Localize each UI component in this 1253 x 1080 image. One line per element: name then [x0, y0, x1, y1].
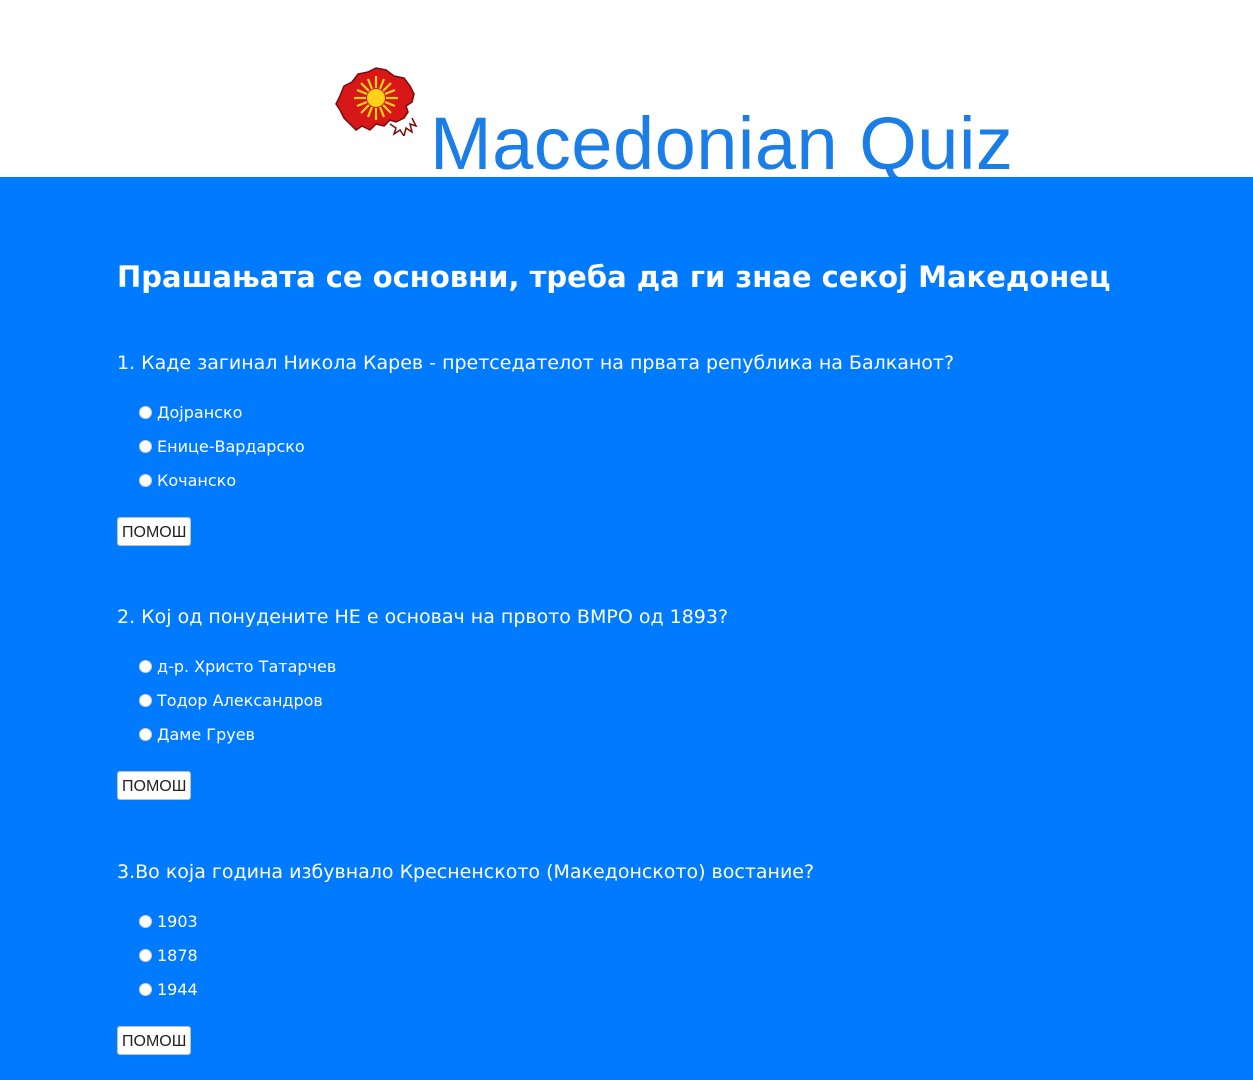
- radio-button[interactable]: [139, 982, 152, 996]
- answer-label: Тодор Александров: [157, 690, 323, 710]
- answer-option[interactable]: 1903: [139, 904, 1167, 938]
- answer-label: д-р. Христо Татарчев: [157, 656, 337, 676]
- radio-button[interactable]: [139, 405, 152, 419]
- radio-button[interactable]: [139, 659, 152, 673]
- answer-label: 1944: [157, 979, 198, 999]
- answer-option[interactable]: д-р. Христо Татарчев: [139, 649, 1167, 683]
- answer-option[interactable]: Енице-Вардарско: [139, 429, 1167, 463]
- question-text: 3.Во која година избувнало Кресненското …: [117, 861, 815, 883]
- help-button[interactable]: ПОМОШ: [117, 771, 192, 800]
- answer-label: Енице-Вардарско: [157, 436, 305, 456]
- question-1: 1. Каде загинал Никола Карев - претседат…: [117, 349, 1167, 546]
- question-3: 3.Во која година избувнало Кресненското …: [117, 858, 1167, 1055]
- quiz-subtitle: Прашањата се основни, треба да ги знае с…: [117, 260, 1111, 294]
- question-text: 1. Каде загинал Никола Карев - претседат…: [117, 352, 955, 374]
- radio-button[interactable]: [139, 914, 152, 928]
- answer-label: Дојранско: [157, 402, 243, 422]
- quiz-section: Прашањата се основни, треба да ги знае с…: [0, 177, 1253, 1080]
- answer-option[interactable]: 1878: [139, 938, 1167, 972]
- help-button[interactable]: ПОМОШ: [117, 1026, 192, 1055]
- site-header: Macedonian Quiz: [0, 0, 1253, 185]
- answer-label: Кочанско: [157, 470, 237, 490]
- help-button[interactable]: ПОМОШ: [117, 517, 192, 546]
- macedonia-map-sun-icon: [335, 67, 418, 136]
- answer-options: д-р. Христо Татарчев Тодор Александров Д…: [139, 649, 1167, 751]
- radio-button[interactable]: [139, 439, 152, 453]
- answer-options: Дојранско Енице-Вардарско Кочанско: [139, 395, 1167, 497]
- question-2: 2. Кој од понудените НЕ е основач на прв…: [117, 603, 1167, 800]
- answer-label: Даме Груев: [157, 724, 255, 744]
- question-text: 2. Кој од понудените НЕ е основач на прв…: [117, 606, 729, 628]
- answer-option[interactable]: Даме Груев: [139, 717, 1167, 751]
- answer-option[interactable]: 1944: [139, 972, 1167, 1006]
- answer-option[interactable]: Дојранско: [139, 395, 1167, 429]
- answer-label: 1903: [157, 911, 198, 931]
- answer-option[interactable]: Кочанско: [139, 463, 1167, 497]
- answer-options: 1903 1878 1944: [139, 904, 1167, 1006]
- radio-button[interactable]: [139, 727, 152, 741]
- answer-option[interactable]: Тодор Александров: [139, 683, 1167, 717]
- answer-label: 1878: [157, 945, 198, 965]
- radio-button[interactable]: [139, 473, 152, 487]
- radio-button[interactable]: [139, 693, 152, 707]
- radio-button[interactable]: [139, 948, 152, 962]
